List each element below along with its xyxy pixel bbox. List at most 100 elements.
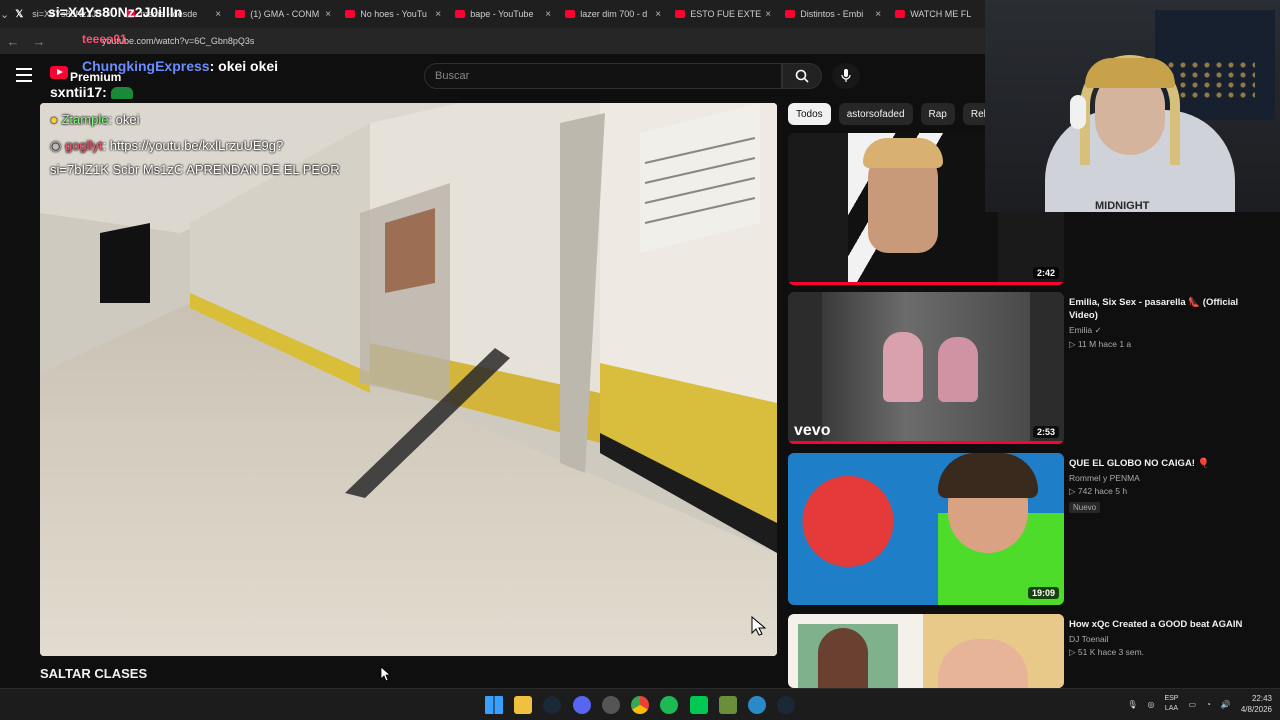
video-title-link[interactable]: QUE EL GLOBO NO CAIGA! 🎈 (1069, 457, 1259, 470)
chat-username: teeeo01 (82, 32, 127, 46)
browser-tab[interactable]: WATCH ME FL× (889, 0, 999, 28)
recommendation-3[interactable]: 19:09 QUE EL GLOBO NO CAIGA! 🎈 Rommel y … (788, 453, 1209, 605)
network-tray-icon[interactable]: ◎ (1147, 700, 1154, 709)
close-icon[interactable]: × (211, 9, 225, 20)
youtube-icon (675, 10, 686, 18)
lang-code: ESP (1164, 695, 1179, 702)
language-indicator[interactable]: ESP LAA (1164, 694, 1178, 714)
browser-tab[interactable]: ESTO FUE EXTENS× (669, 0, 779, 28)
x-icon: 𝕏 (15, 8, 24, 20)
video-stats: ▷ 11 M hace 1 a (1069, 339, 1132, 349)
video-stats: ▷ 51 K hace 3 sem. (1069, 647, 1145, 657)
video-thumbnail[interactable]: vevo 2:53 (788, 292, 1064, 444)
youtube-icon (455, 10, 466, 18)
video-meta: How xQc Created a GOOD beat AGAIN DJ Toe… (1069, 618, 1259, 658)
youtube-icon (565, 10, 576, 18)
discord-icon[interactable] (573, 696, 591, 714)
clock-time: 22:43 (1251, 694, 1272, 703)
video-title: SALTAR CLASES (40, 666, 148, 681)
chat-message: : okei okei (209, 58, 279, 74)
volume-tray-icon[interactable]: 🔊 (1221, 700, 1231, 709)
video-player[interactable]: ● Ztample: okei ◉ gogllyt: https://youtu… (40, 103, 777, 656)
filter-chip[interactable]: astorsofaded (838, 103, 913, 125)
video-frame-hallway (40, 103, 777, 656)
youtube-icon (785, 10, 796, 18)
microphone-icon (841, 69, 851, 82)
settings-icon[interactable] (602, 696, 620, 714)
chat-line-url: si=X4Ys80Nz2J0illIn (48, 4, 183, 20)
tab-title: No hoes - YouTu (360, 9, 427, 19)
voice-search-button[interactable] (832, 63, 860, 89)
close-icon[interactable]: × (651, 9, 665, 20)
chat-username: ChungkingExpress (82, 58, 210, 74)
chat-username: sxntii17 (50, 84, 103, 100)
chrome-icon[interactable] (631, 696, 649, 714)
address-bar-row: ← → youtube.com/watch?v=6C_Gbn8pQ3s (0, 28, 985, 54)
spotify-icon[interactable] (660, 696, 678, 714)
windows-taskbar: 🎙 ◎ ESP LAA ▭ ◔ 🔊 22:43 4/8/2026 (0, 688, 1280, 720)
clock[interactable]: 22:43 4/8/2026 (1241, 693, 1272, 715)
recommendation-4[interactable]: How xQc Created a GOOD beat AGAIN DJ Toe… (788, 614, 1242, 688)
filter-chip[interactable]: Todos (788, 103, 831, 125)
youtube-logo-icon[interactable] (50, 66, 68, 79)
video-thumbnail[interactable]: 19:09 (788, 453, 1064, 605)
search-icon (795, 69, 809, 83)
video-duration: 2:53 (1032, 426, 1059, 438)
youtube-icon (345, 10, 356, 18)
video-title-link[interactable]: Emilia, Six Sex - pasarella 👠 (Official … (1069, 296, 1259, 322)
app-green-icon[interactable] (690, 696, 708, 714)
menu-icon[interactable] (16, 68, 32, 82)
close-icon[interactable]: × (321, 9, 335, 20)
tab-search-dropdown[interactable]: ⌄ (0, 0, 9, 28)
close-icon[interactable]: × (761, 9, 775, 20)
channel-name[interactable]: Rommel y PENMA (1069, 473, 1259, 483)
recommendation-2[interactable]: vevo 2:53 Emilia, Six Sex - pasarella 👠 … (788, 292, 1238, 444)
close-icon[interactable]: × (541, 9, 555, 20)
channel-name[interactable]: Emilia ✓ (1069, 325, 1259, 336)
file-explorer-icon[interactable] (514, 696, 532, 714)
microphone-tray-icon[interactable]: 🎙 (1127, 700, 1137, 709)
youtube-icon (895, 10, 906, 18)
cursor-icon (751, 615, 767, 636)
windows-start-icon[interactable] (485, 696, 503, 714)
steam-icon-2[interactable] (777, 696, 795, 714)
video-duration: 2:42 (1032, 267, 1059, 279)
browser-tab[interactable]: bape - YouTube × (449, 0, 559, 28)
search-input[interactable]: Buscar (424, 63, 782, 89)
youtube-header: Premium Buscar si=X4Ys80Nz2J0illIn teeeo… (0, 4, 985, 100)
forward-button[interactable]: → (26, 34, 52, 49)
chat-line-sxntii17: sxntii17: (50, 84, 133, 100)
search-button[interactable] (782, 63, 822, 89)
chat-line-chungking: ChungkingExpress: okei okei (82, 58, 278, 74)
system-tray: 🎙 ◎ ESP LAA ▭ ◔ 🔊 22:43 4/8/2026 (1127, 693, 1272, 715)
watch-progress (788, 441, 1064, 444)
chat-message: : okei (108, 112, 140, 127)
steam-icon[interactable] (543, 696, 561, 714)
browser-tab[interactable]: lazer dim 700 - d × (559, 0, 669, 28)
mouse-pointer-icon (380, 666, 392, 682)
wifi-tray-icon[interactable]: ◔ (1206, 700, 1211, 709)
lang-layout: LAA (1164, 705, 1179, 712)
tab-title: WATCH ME FL (910, 9, 972, 19)
chat-message: : https://youtu.be/kxlLrzuUE9g? (102, 138, 284, 153)
browser-tab[interactable]: (1) GMA - CONM × (229, 0, 339, 28)
emote-icon (110, 87, 133, 100)
close-icon[interactable]: × (871, 9, 885, 20)
filter-chip[interactable]: Rap (920, 103, 955, 125)
minecraft-icon[interactable] (719, 696, 737, 714)
overlay-chat-line-2: ◉ gogllyt: https://youtu.be/kxlLrzuUE9g? (50, 138, 283, 154)
filter-chips: TodosastorsofadedRapRelaci (788, 103, 1007, 125)
close-icon[interactable]: × (431, 9, 445, 20)
video-thumbnail[interactable] (788, 614, 1064, 688)
video-title-link[interactable]: How xQc Created a GOOD beat AGAIN (1069, 618, 1259, 631)
channel-name[interactable]: DJ Toenail (1069, 634, 1259, 644)
app-c-icon[interactable] (748, 696, 766, 714)
browser-tab[interactable]: No hoes - YouTu × (339, 0, 449, 28)
back-button[interactable]: ← (0, 34, 26, 49)
video-meta: QUE EL GLOBO NO CAIGA! 🎈 Rommel y PENMA … (1069, 457, 1259, 515)
chat-user-teeeo01: teeeo01 (82, 32, 127, 46)
browser-tab[interactable]: Distintos - Embi × (779, 0, 889, 28)
overlay-chat-line-1: ● Ztample: okei (50, 112, 140, 127)
new-badge: Nuevo (1069, 502, 1101, 513)
display-tray-icon[interactable]: ▭ (1188, 700, 1196, 709)
